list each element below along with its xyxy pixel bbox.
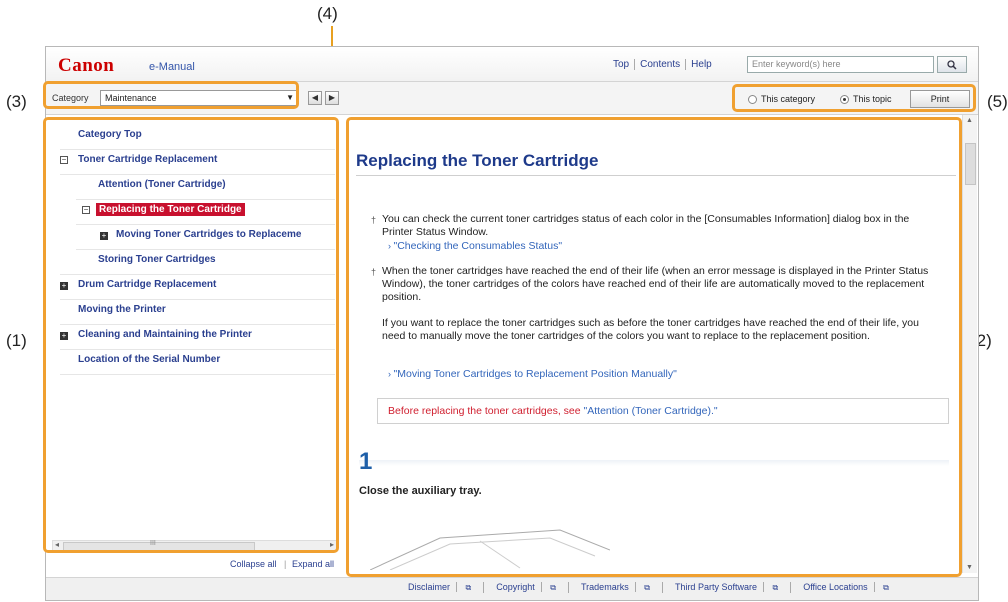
disclaimer-link[interactable]: Disclaimer ⧉: [396, 582, 485, 593]
footer-link-label: Trademarks: [575, 582, 636, 592]
external-window-icon: ⧉: [644, 583, 650, 592]
external-window-icon: ⧉: [465, 583, 472, 592]
prev-topic-button[interactable]: ◀: [308, 91, 322, 105]
header-bar: Canon e-Manual Top Contents Help Enter k…: [46, 47, 978, 82]
scroll-thumb[interactable]: [965, 143, 976, 185]
content-vertical-scrollbar[interactable]: ▲ ▼: [962, 115, 977, 573]
highlight-category-area: [43, 81, 299, 109]
expand-all-link[interactable]: Expand all: [292, 559, 334, 569]
help-link[interactable]: Help: [686, 59, 717, 70]
highlight-content: [346, 117, 962, 577]
callout-5: (5): [987, 92, 1008, 111]
top-links: Top Contents Help: [608, 59, 717, 70]
footer-link-label: Office Locations: [797, 582, 875, 592]
external-window-icon: ⧉: [550, 583, 557, 592]
callout-1: (1): [6, 331, 27, 350]
copyright-link[interactable]: Copyright ⧉: [484, 582, 570, 593]
canon-logo[interactable]: Canon: [58, 55, 114, 77]
left-arrow-icon: ◀: [311, 93, 319, 102]
footer-link-label: Disclaimer: [402, 582, 458, 592]
collapse-all-link[interactable]: Collapse all: [230, 559, 277, 569]
callout-4: (4): [317, 4, 338, 23]
office-locations-link[interactable]: Office Locations ⧉: [791, 582, 901, 593]
emanual-subtitle: e-Manual: [149, 61, 195, 73]
third-party-software-link[interactable]: Third Party Software ⧉: [663, 582, 792, 593]
search-input[interactable]: Enter keyword(s) here: [747, 56, 934, 73]
next-topic-button[interactable]: ▶: [325, 91, 339, 105]
footer-links: Disclaimer ⧉ Copyright ⧉ Trademarks ⧉ Th…: [396, 582, 901, 593]
trademarks-link[interactable]: Trademarks ⧉: [569, 582, 663, 593]
search-button[interactable]: [937, 56, 967, 73]
highlight-sidebar: [43, 117, 339, 553]
top-link[interactable]: Top: [608, 59, 636, 70]
external-window-icon: ⧉: [772, 583, 779, 592]
scroll-down-icon[interactable]: ▼: [966, 564, 973, 571]
right-arrow-icon: ▶: [328, 93, 336, 102]
footer-link-label: Third Party Software: [668, 582, 764, 592]
callout-3: (3): [6, 92, 27, 111]
highlight-search-scope: [732, 84, 976, 112]
external-window-icon: ⧉: [883, 583, 889, 592]
contents-link[interactable]: Contents: [635, 59, 687, 70]
tree-controls: Collapse all | Expand all: [46, 559, 343, 573]
footer-link-label: Copyright: [490, 582, 542, 592]
separator: |: [284, 559, 287, 569]
footer-bar: Disclaimer ⧉ Copyright ⧉ Trademarks ⧉ Th…: [46, 577, 978, 600]
search-icon: [947, 60, 957, 70]
scroll-up-icon[interactable]: ▲: [966, 117, 973, 124]
